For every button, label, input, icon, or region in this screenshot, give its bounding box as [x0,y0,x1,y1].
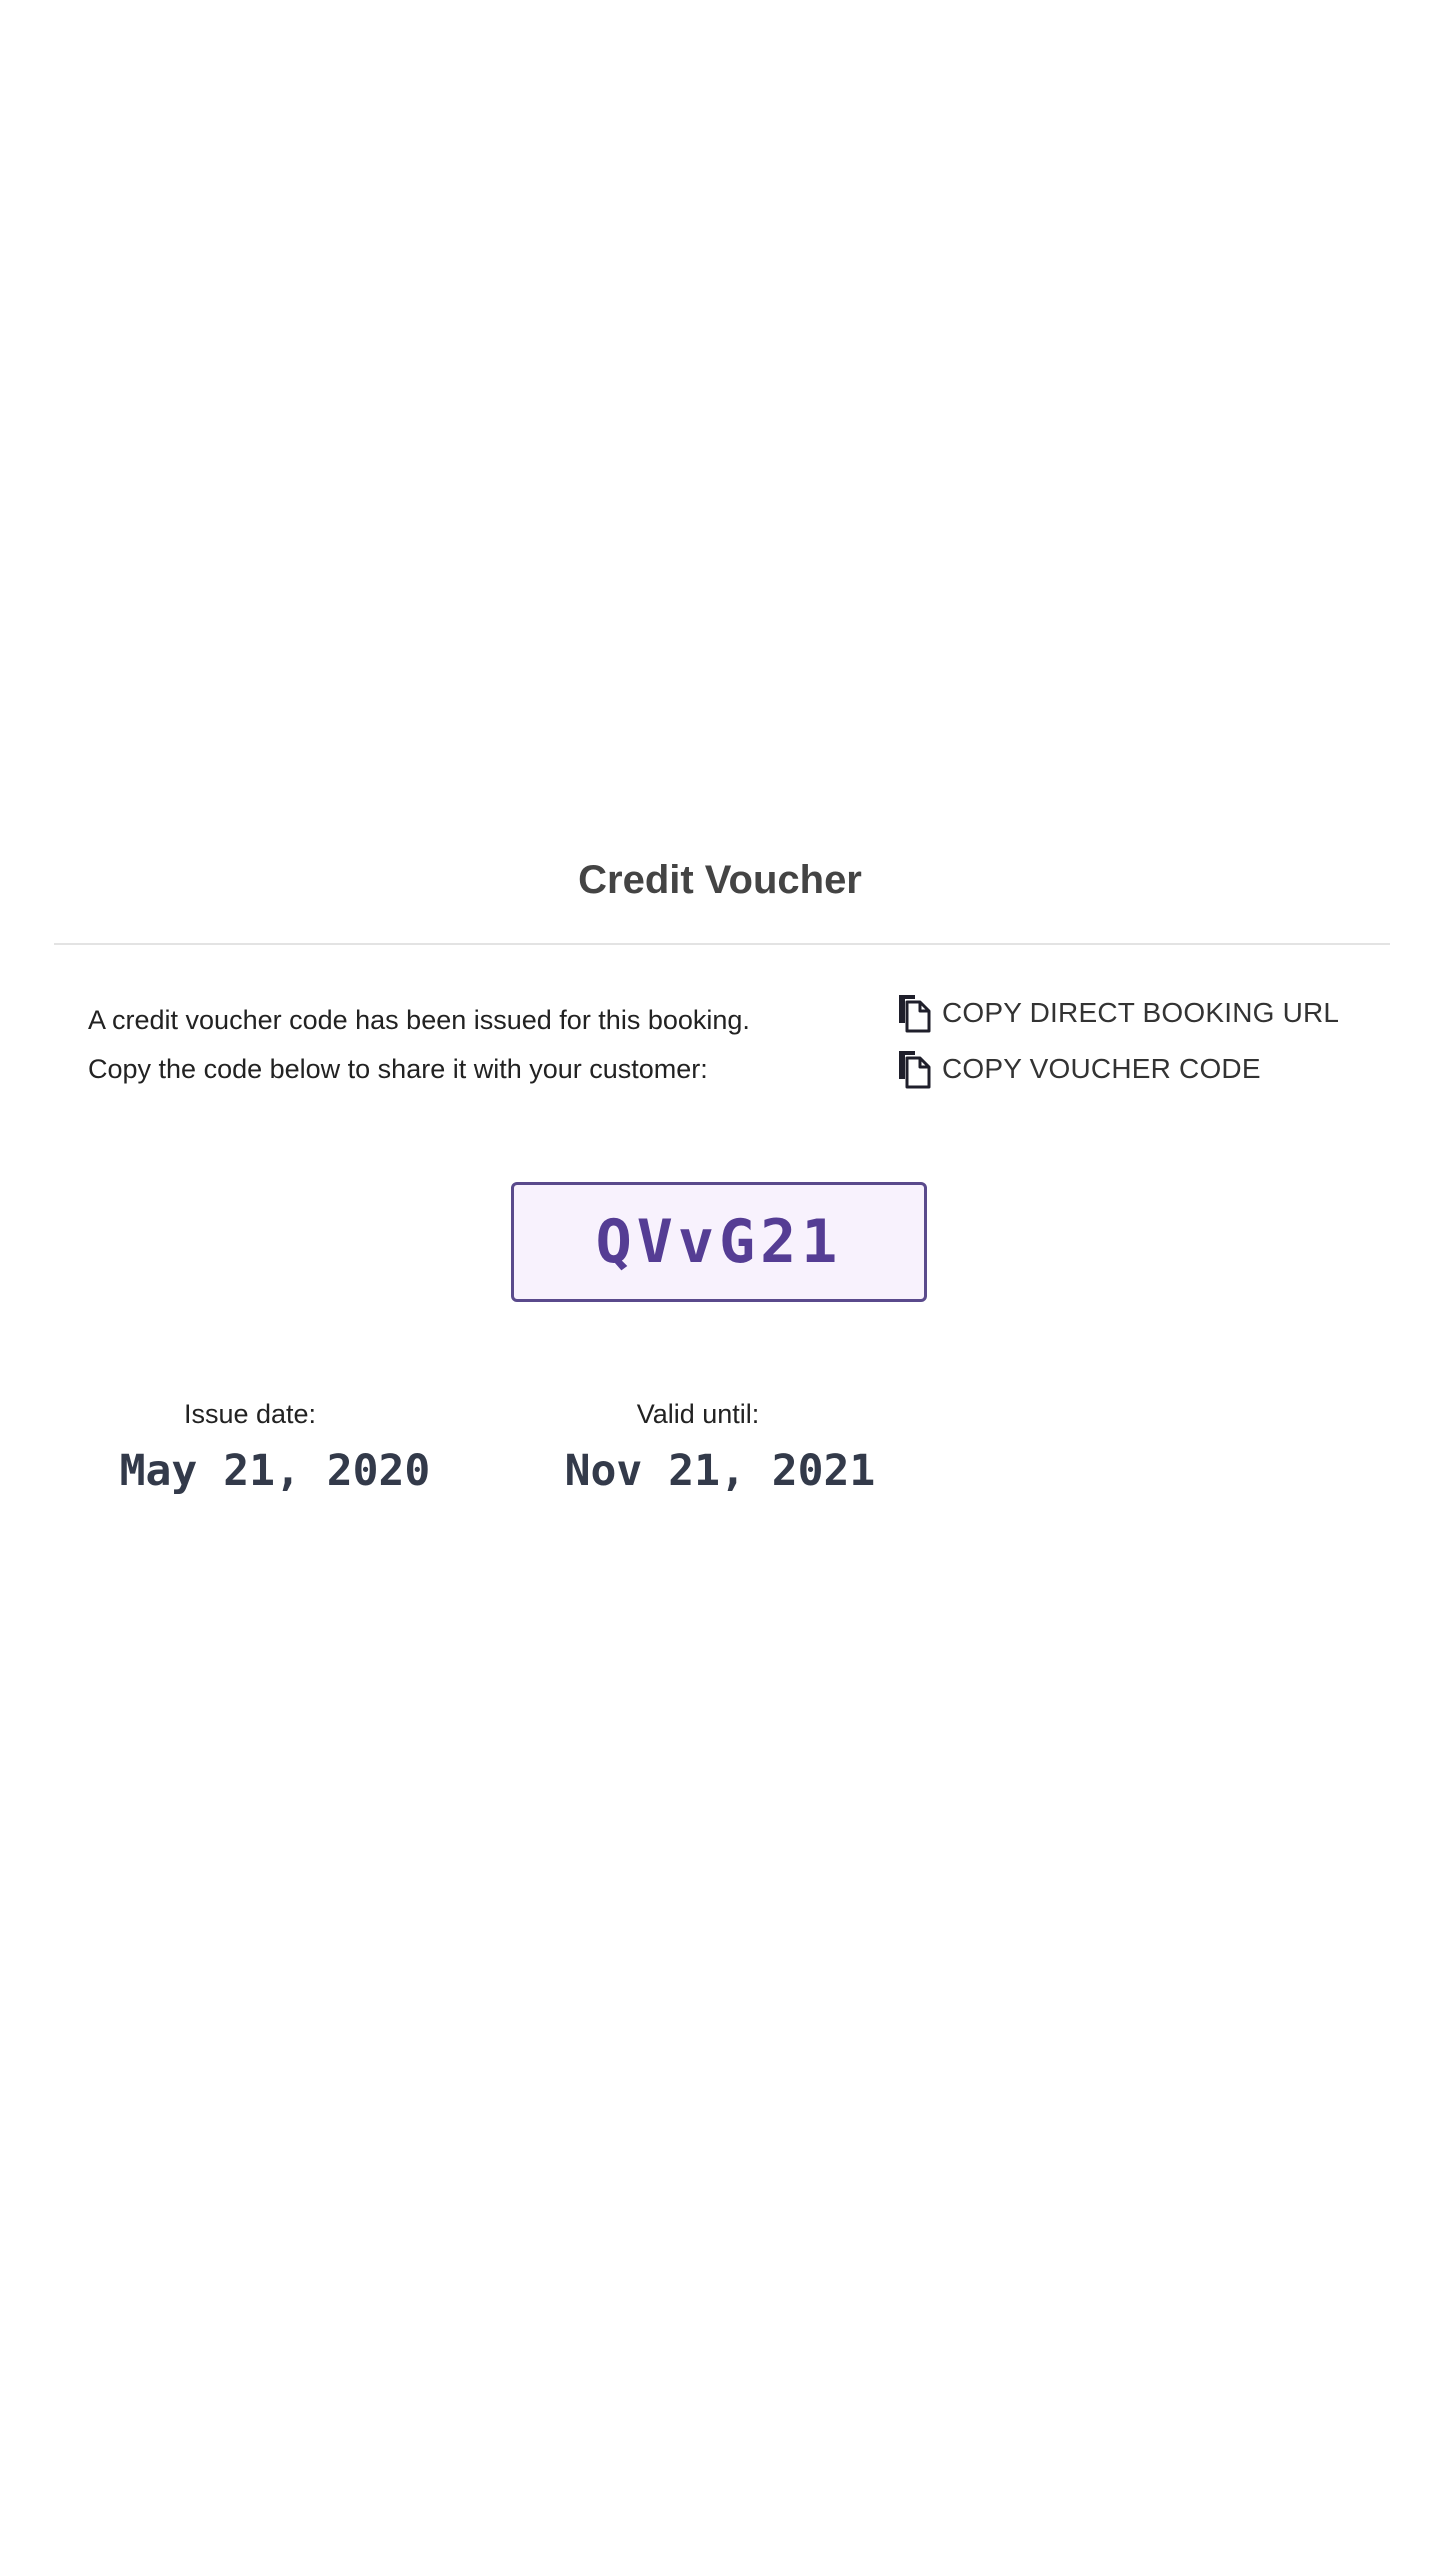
voucher-code[interactable]: QVvG21 [596,1207,843,1277]
issue-date-value: May 21, 2020 [119,1446,431,1496]
page-title: Credit Voucher [578,858,862,902]
valid-until-block: Valid until: Nov 21, 2021 [540,1396,900,1498]
copy-voucher-code-button[interactable]: COPY VOUCHER CODE [896,1046,1416,1092]
copy-icon [899,1051,931,1089]
copy-actions: COPY DIRECT BOOKING URL COPY VOUCHER COD… [896,990,1416,1102]
copy-icon [899,995,931,1033]
divider [54,943,1390,945]
description-line-1: A credit voucher code has been issued fo… [88,1005,750,1035]
voucher-code-box[interactable]: QVvG21 [511,1182,927,1302]
copy-voucher-code-label: COPY VOUCHER CODE [942,1053,1261,1084]
voucher-description: A credit voucher code has been issued fo… [88,996,868,1094]
valid-until-value: Nov 21, 2021 [564,1446,876,1496]
issue-date-label: Issue date: [183,1399,317,1429]
credit-voucher-panel: Credit Voucher A credit voucher code has… [0,0,1440,2560]
valid-until-label: Valid until: [636,1399,760,1429]
copy-direct-booking-url-button[interactable]: COPY DIRECT BOOKING URL [896,990,1416,1036]
description-line-2: Copy the code below to share it with you… [88,1054,708,1084]
copy-direct-booking-url-label: COPY DIRECT BOOKING URL [942,997,1340,1028]
issue-date-block: Issue date: May 21, 2020 [95,1396,455,1498]
